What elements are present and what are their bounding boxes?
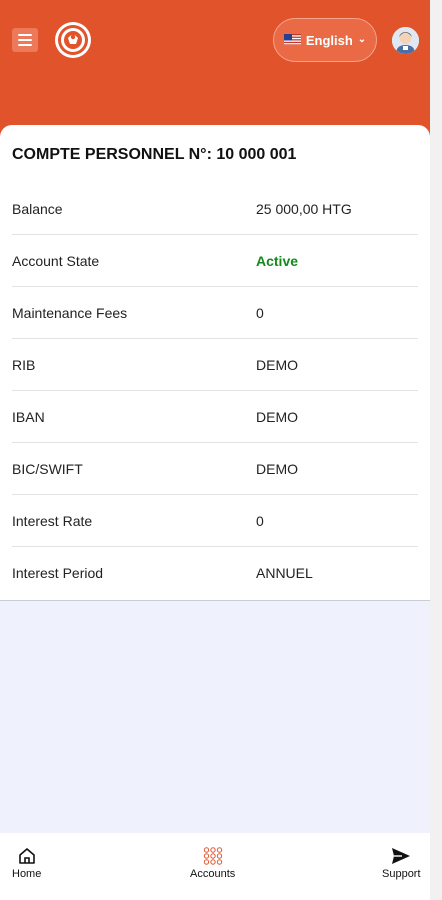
detail-value: ANNUEL [256,565,313,581]
account-details-list: Balance 25 000,00 HTG Account State Acti… [12,183,418,599]
grid-icon [203,847,222,865]
detail-row-account-state: Account State Active [12,235,418,287]
detail-value: DEMO [256,408,298,425]
detail-row-balance: Balance 25 000,00 HTG [12,183,418,235]
nav-support[interactable]: Support [382,847,421,880]
detail-label: IBAN [12,408,45,425]
detail-value: 0 [256,304,264,321]
nav-home-label: Home [12,868,42,880]
detail-label: Maintenance Fees [12,304,128,321]
us-flag-icon [283,34,301,46]
scrollbar[interactable] [430,0,442,900]
detail-label: Interest Rate [12,512,93,529]
detail-value: DEMO [256,356,298,373]
detail-label: Interest Period [12,565,104,581]
account-details-card: COMPTE PERSONNEL N°: 10 000 001 Balance … [0,125,430,601]
detail-value: 0 [256,512,264,529]
detail-row-interest-period: Interest Period ANNUEL [12,547,418,599]
language-selector[interactable]: English ⌄ [273,18,377,62]
top-header: English ⌄ [0,0,430,145]
detail-label: BIC/SWIFT [12,460,83,477]
detail-value: 25 000,00 HTG [256,200,352,217]
home-icon [18,848,35,864]
detail-row-iban: IBAN DEMO [12,391,418,443]
bottom-navigation: Home Accounts Support [0,833,430,900]
nav-home[interactable]: Home [12,847,41,880]
nav-accounts[interactable]: Accounts [190,847,235,880]
detail-row-bic-swift: BIC/SWIFT DEMO [12,443,418,495]
user-avatar[interactable] [392,27,419,54]
detail-value: DEMO [256,460,298,477]
nav-support-label: Support [382,868,421,880]
status-badge: Active [256,252,299,269]
detail-label: Account State [12,252,100,269]
detail-row-maintenance-fees: Maintenance Fees 0 [12,287,418,339]
send-icon [392,848,411,864]
bank-logo[interactable] [55,22,91,58]
detail-label: RIB [12,356,36,373]
detail-label: Balance [12,200,63,217]
chevron-down-icon: ⌄ [357,34,367,45]
detail-row-interest-rate: Interest Rate 0 [12,495,418,547]
hamburger-menu-icon[interactable] [12,28,38,52]
nav-accounts-label: Accounts [190,868,236,880]
account-title: COMPTE PERSONNEL N°: 10 000 001 [12,146,297,163]
language-label: English [305,32,353,48]
detail-row-rib: RIB DEMO [12,339,418,391]
